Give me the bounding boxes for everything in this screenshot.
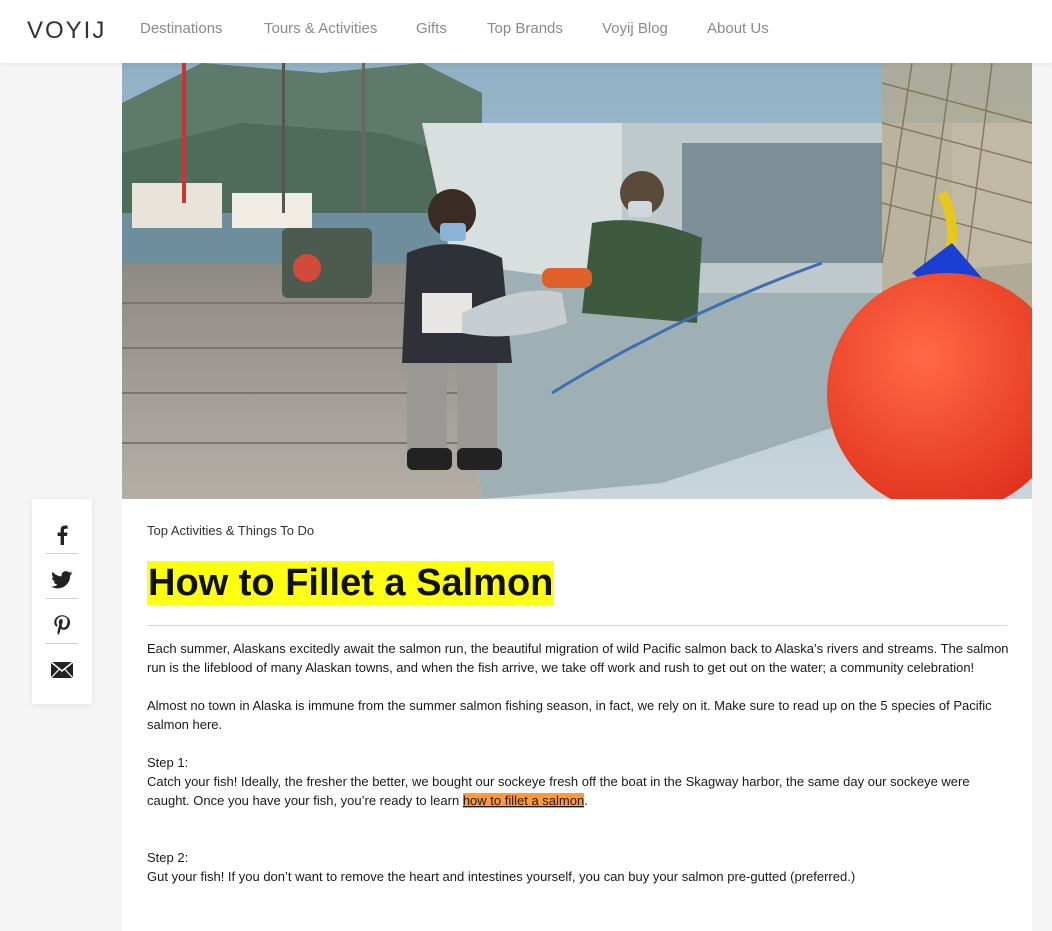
nav-voyij-blog[interactable]: Voyij Blog <box>602 20 668 37</box>
paragraph-intro: Each summer, Alaskans excitedly await th… <box>147 641 1009 675</box>
step-1-period: . <box>584 793 588 808</box>
nav-gifts[interactable]: Gifts <box>416 20 447 37</box>
facebook-icon <box>57 525 68 545</box>
share-email-button[interactable] <box>46 647 78 692</box>
article-body: Each summer, Alaskans excitedly await th… <box>147 639 1009 886</box>
step-1-label: Step 1: <box>147 755 189 770</box>
title-divider <box>147 625 1007 626</box>
article-title: How to Fillet a Salmon <box>147 561 555 605</box>
article-category[interactable]: Top Activities & Things To Do <box>147 523 314 538</box>
step-2-label: Step 2: <box>147 850 189 865</box>
hero-image <box>122 63 1032 499</box>
article-card: Top Activities & Things To Do How to Fil… <box>122 499 1032 931</box>
share-divider <box>46 643 78 644</box>
step-1: Step 1: Catch your fish! Ideally, the fr… <box>147 753 1009 810</box>
site-header: VOYIJ Destinations Tours & Activities Gi… <box>0 0 1052 63</box>
pinterest-icon <box>54 614 70 635</box>
site-logo[interactable]: VOYIJ <box>27 17 106 45</box>
nav-top-brands[interactable]: Top Brands <box>487 20 563 37</box>
share-bar <box>32 499 92 704</box>
nav-tours-activities[interactable]: Tours & Activities <box>264 20 377 37</box>
email-icon <box>51 661 73 678</box>
nav-about-us[interactable]: About Us <box>707 20 769 37</box>
paragraph-season: Almost no town in Alaska is immune from … <box>147 698 992 732</box>
share-divider <box>46 553 78 554</box>
share-divider <box>46 598 78 599</box>
step-1-text-block: Catch your fish! Ideally, the fresher th… <box>147 772 1009 810</box>
share-facebook-button[interactable] <box>46 512 78 557</box>
nav-destinations[interactable]: Destinations <box>140 20 223 37</box>
share-pinterest-button[interactable] <box>46 602 78 647</box>
step-2-text: Gut your fish! If you don’t want to remo… <box>147 869 856 884</box>
share-twitter-button[interactable] <box>46 557 78 602</box>
step-2: Step 2: Gut your fish! If you don’t want… <box>147 848 1009 886</box>
fillet-salmon-link[interactable]: how to fillet a salmon <box>462 793 585 808</box>
twitter-icon <box>51 570 73 588</box>
